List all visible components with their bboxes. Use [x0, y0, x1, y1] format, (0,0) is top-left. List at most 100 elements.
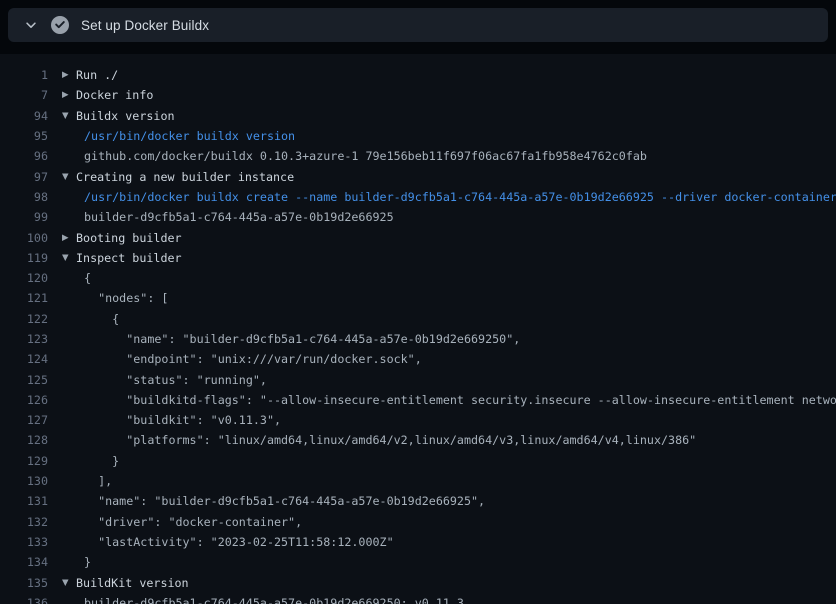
line-number[interactable]: 96 — [0, 149, 48, 163]
log-line: 7 ▶Docker info — [0, 85, 836, 105]
group-title: Inspect builder — [76, 251, 182, 265]
log-line: 134} — [0, 552, 836, 572]
log-line: 125 "status": "running", — [0, 369, 836, 389]
log-line: 130 ], — [0, 471, 836, 491]
log-line: 97 ▼Creating a new builder instance — [0, 166, 836, 186]
line-number[interactable]: 127 — [0, 413, 48, 427]
log-line: 122 { — [0, 309, 836, 329]
step-title: Set up Docker Buildx — [81, 18, 209, 33]
log-output-text: "buildkit": "v0.11.3", — [84, 413, 281, 427]
step-header[interactable]: Set up Docker Buildx — [8, 8, 828, 42]
log-line: 123 "name": "builder-d9cfb5a1-c764-445a-… — [0, 329, 836, 349]
expand-triangle-icon: ▶ — [62, 233, 76, 243]
log-line: 119 ▼Inspect builder — [0, 248, 836, 268]
log-line: 136 builder-d9cfb5a1-c764-445a-a57e-0b19d… — [0, 593, 836, 604]
line-number[interactable]: 98 — [0, 190, 48, 204]
collapse-triangle-icon: ▼ — [62, 578, 76, 588]
log-output-text: { — [84, 312, 119, 326]
log-group-header[interactable]: ▼BuildKit version — [62, 576, 189, 590]
collapse-triangle-icon: ▼ — [62, 172, 76, 182]
log-viewer: 1▶Run ./7▶Docker info94▼Buildx version95… — [0, 54, 836, 604]
log-output-text: "name": "builder-d9cfb5a1-c764-445a-a57e… — [84, 332, 520, 346]
log-command-text: /usr/bin/docker buildx create --name bui… — [84, 190, 836, 204]
log-line: 135 ▼BuildKit version — [0, 572, 836, 592]
line-number[interactable]: 136 — [0, 596, 48, 604]
collapse-triangle-icon: ▼ — [62, 253, 76, 263]
line-number[interactable]: 125 — [0, 373, 48, 387]
log-line: 129 } — [0, 451, 836, 471]
log-output-text: "name": "builder-d9cfb5a1-c764-445a-a57e… — [84, 494, 485, 508]
expand-triangle-icon: ▶ — [62, 70, 76, 80]
log-output-text: "nodes": [ — [84, 291, 168, 305]
log-line: 95/usr/bin/docker buildx version — [0, 126, 836, 146]
log-output-text: "endpoint": "unix:///var/run/docker.sock… — [84, 352, 422, 366]
log-line: 98/usr/bin/docker buildx create --name b… — [0, 187, 836, 207]
log-group-header[interactable]: ▶Docker info — [62, 88, 153, 102]
log-group-header[interactable]: ▶Run ./ — [62, 68, 118, 82]
log-line: 131 "name": "builder-d9cfb5a1-c764-445a-… — [0, 491, 836, 511]
line-number[interactable]: 100 — [0, 231, 48, 245]
line-number[interactable]: 128 — [0, 433, 48, 447]
log-output-text: builder-d9cfb5a1-c764-445a-a57e-0b19d2e6… — [84, 210, 394, 224]
log-output-text: } — [84, 454, 119, 468]
line-number[interactable]: 133 — [0, 535, 48, 549]
line-number[interactable]: 122 — [0, 312, 48, 326]
log-output-text: "buildkitd-flags": "--allow-insecure-ent… — [84, 393, 836, 407]
chevron-down-icon[interactable] — [20, 14, 42, 36]
log-group-header[interactable]: ▼Inspect builder — [62, 251, 182, 265]
line-number[interactable]: 99 — [0, 210, 48, 224]
log-output-text: { — [84, 271, 91, 285]
group-title: Docker info — [76, 88, 153, 102]
line-number[interactable]: 95 — [0, 129, 48, 143]
line-number[interactable]: 94 — [0, 109, 48, 123]
log-line: 128 "platforms": "linux/amd64,linux/amd6… — [0, 430, 836, 450]
line-number[interactable]: 135 — [0, 576, 48, 590]
line-number[interactable]: 119 — [0, 251, 48, 265]
group-title: Creating a new builder instance — [76, 170, 294, 184]
log-output-text: ], — [84, 474, 112, 488]
group-title: BuildKit version — [76, 576, 189, 590]
log-line: 127 "buildkit": "v0.11.3", — [0, 410, 836, 430]
line-number[interactable]: 97 — [0, 170, 48, 184]
line-number[interactable]: 124 — [0, 352, 48, 366]
line-number[interactable]: 1 — [0, 68, 48, 82]
log-line: 94 ▼Buildx version — [0, 106, 836, 126]
log-line: 126 "buildkitd-flags": "--allow-insecure… — [0, 390, 836, 410]
log-line: 132 "driver": "docker-container", — [0, 512, 836, 532]
log-line: 133 "lastActivity": "2023-02-25T11:58:12… — [0, 532, 836, 552]
log-command-text: /usr/bin/docker buildx version — [84, 129, 295, 143]
line-number[interactable]: 120 — [0, 271, 48, 285]
log-output-text: builder-d9cfb5a1-c764-445a-a57e-0b19d2e6… — [84, 596, 464, 604]
line-number[interactable]: 121 — [0, 291, 48, 305]
log-group-header[interactable]: ▶Booting builder — [62, 231, 182, 245]
line-number[interactable]: 132 — [0, 515, 48, 529]
line-number[interactable]: 130 — [0, 474, 48, 488]
log-line: 121 "nodes": [ — [0, 288, 836, 308]
log-line: 96 github.com/docker/buildx 0.10.3+azure-… — [0, 146, 836, 166]
success-check-circle-icon — [51, 16, 69, 34]
line-number[interactable]: 134 — [0, 555, 48, 569]
log-output-text: } — [84, 555, 91, 569]
log-output-text: "lastActivity": "2023-02-25T11:58:12.000… — [84, 535, 394, 549]
log-output-text: github.com/docker/buildx 0.10.3+azure-1 … — [84, 149, 647, 163]
log-group-header[interactable]: ▼Buildx version — [62, 109, 175, 123]
log-output-text: "driver": "docker-container", — [84, 515, 302, 529]
line-number[interactable]: 123 — [0, 332, 48, 346]
log-line: 1 ▶Run ./ — [0, 65, 836, 85]
expand-triangle-icon: ▶ — [62, 90, 76, 100]
group-title: Run ./ — [76, 68, 118, 82]
step-header-strip: Set up Docker Buildx — [0, 8, 836, 54]
collapse-triangle-icon: ▼ — [62, 111, 76, 121]
log-line: 120 { — [0, 268, 836, 288]
line-number[interactable]: 129 — [0, 454, 48, 468]
line-number[interactable]: 131 — [0, 494, 48, 508]
log-lines: 1▶Run ./7▶Docker info94▼Buildx version95… — [0, 65, 836, 604]
line-number[interactable]: 126 — [0, 393, 48, 407]
log-group-header[interactable]: ▼Creating a new builder instance — [62, 170, 294, 184]
log-line: 100 ▶Booting builder — [0, 227, 836, 247]
line-number[interactable]: 7 — [0, 88, 48, 102]
group-title: Booting builder — [76, 231, 182, 245]
log-output-text: "status": "running", — [84, 373, 267, 387]
log-output-text: "platforms": "linux/amd64,linux/amd64/v2… — [84, 433, 696, 447]
group-title: Buildx version — [76, 109, 175, 123]
